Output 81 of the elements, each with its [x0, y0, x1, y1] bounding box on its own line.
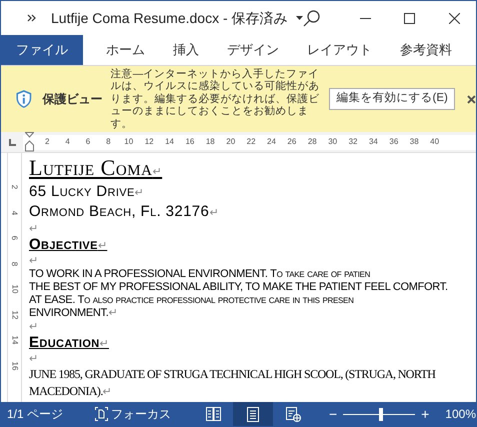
window-title: Lutfije Coma Resume.docx - 保存済み — [51, 8, 288, 28]
book-icon — [206, 407, 221, 421]
ruler-number: 28 — [306, 136, 318, 148]
chevron-icon[interactable] — [27, 14, 37, 22]
ruler-number: 38 — [408, 136, 420, 148]
ruler-number: 26 — [286, 136, 298, 148]
zoom-slider[interactable] — [343, 408, 416, 420]
ruler-number: 14 — [164, 136, 175, 148]
ribbon-tab[interactable]: レイアウト — [295, 35, 384, 65]
zoom-level[interactable]: 100% — [445, 405, 476, 423]
maximize-icon[interactable] — [404, 12, 415, 24]
paragraph-mark-icon: ↵ — [98, 240, 108, 252]
ruler-number: 30 — [327, 136, 338, 148]
paragraph-mark-icon: ↵ — [102, 386, 112, 398]
warning-message: 注意—インターネットから入手したファイルは、ウイルスに感染している可能性があります。編集する必要がなければ、保護ビューのままにしておくことをお勧めします。 — [110, 68, 321, 130]
ruler-number: 32 — [348, 136, 358, 148]
document-line: AT EASE. To also practice professional protective care in this presen — [29, 294, 354, 306]
paragraph-mark-icon: ↵ — [29, 223, 38, 235]
focus-icon — [95, 407, 108, 421]
ruler-number: 2 — [10, 184, 20, 190]
paragraph-mark-icon: ↵ — [29, 255, 38, 267]
close-icon[interactable] — [449, 12, 460, 24]
paragraph-mark-icon: ↵ — [108, 307, 118, 319]
web-page-icon — [286, 406, 301, 422]
zoom-in-button[interactable]: + — [421, 404, 430, 424]
indent-marker-icon[interactable] — [25, 132, 34, 152]
document-line: THE BEST OF MY PROFESSIONAL ABILITY, TO MAKE THE PATIENT FEEL COMFORT. — [29, 281, 448, 293]
ruler-number: 22 — [246, 136, 257, 148]
ruler-number: 36 — [388, 136, 400, 148]
section-heading: Objective — [29, 236, 98, 253]
ribbon-tab[interactable]: 挿入 — [161, 35, 211, 65]
document-name: Lutfije Coma — [29, 155, 153, 180]
protected-view-title: 保護ビュー — [42, 91, 103, 108]
document-line: MACEDONIA). — [29, 384, 103, 398]
document-line: 65 Lucky Drive — [29, 183, 135, 200]
ribbon-tab[interactable]: ファイル — [1, 35, 83, 65]
search-icon[interactable] — [303, 10, 320, 26]
ruler-number: 8 — [10, 261, 20, 266]
document-line: ENVIRONMENT. — [29, 307, 109, 319]
ruler-number: 6 — [10, 236, 20, 240]
ruler-number: 40 — [429, 136, 440, 148]
enable-editing-button[interactable]: 編集を有効にする(E) — [329, 88, 456, 110]
document-line: TO WORK IN A PROFESSIONAL ENVIRONMENT. To take care of patien — [29, 268, 370, 280]
ruler-number: 34 — [368, 136, 379, 148]
close-icon[interactable] — [467, 94, 476, 104]
document-line: Ormond Beach, Fl. 32176 — [29, 203, 210, 220]
ruler-number: 6 — [84, 136, 92, 148]
zoom-out-button[interactable]: − — [329, 404, 338, 424]
ruler-number: 12 — [10, 310, 20, 319]
ruler-number: 4 — [64, 136, 71, 148]
focus-button[interactable]: フォーカス — [95, 405, 172, 423]
caret-icon[interactable] — [296, 16, 303, 20]
ribbon-tab[interactable]: デザイン — [215, 35, 291, 65]
ruler-number: 10 — [123, 136, 134, 148]
ruler-number: 2 — [44, 136, 50, 148]
view-button[interactable] — [233, 402, 274, 426]
page-count[interactable]: 1/1 ページ — [7, 405, 64, 423]
ruler-number: 16 — [184, 136, 196, 148]
ruler-number: 8 — [105, 136, 112, 148]
ruler-number: 12 — [144, 136, 155, 148]
ribbon-tab[interactable]: ホーム — [94, 35, 157, 65]
shield-info-icon — [15, 89, 33, 109]
ribbon-tab[interactable]: 参考資料 — [388, 35, 464, 65]
ruler-number: 20 — [225, 136, 236, 148]
ruler-number: 10 — [10, 284, 20, 294]
zoom-slider-thumb[interactable] — [378, 408, 383, 420]
ruler-number: 24 — [266, 136, 277, 148]
ruler-number: 16 — [10, 361, 20, 370]
section-heading: Education — [29, 334, 100, 351]
document-line: JUNE 1985, GRADUATE OF STRUGA TECHNICAL HIGH SCOOL, (STRUGA, NORTH — [29, 367, 436, 381]
ruler-number: 18 — [204, 136, 216, 148]
paragraph-mark-icon: ↵ — [29, 321, 38, 333]
tab-stop-icon[interactable] — [9, 138, 16, 146]
paragraph-mark-icon: ↵ — [152, 166, 162, 178]
paragraph-mark-icon: ↵ — [100, 338, 109, 350]
ruler-number: 14 — [10, 336, 20, 344]
paragraph-mark-icon: ↵ — [134, 187, 144, 199]
paragraph-mark-icon: ↵ — [209, 207, 219, 219]
page-icon — [247, 406, 260, 422]
ruler-number: 4 — [10, 210, 20, 215]
paragraph-mark-icon: ↵ — [29, 353, 38, 365]
